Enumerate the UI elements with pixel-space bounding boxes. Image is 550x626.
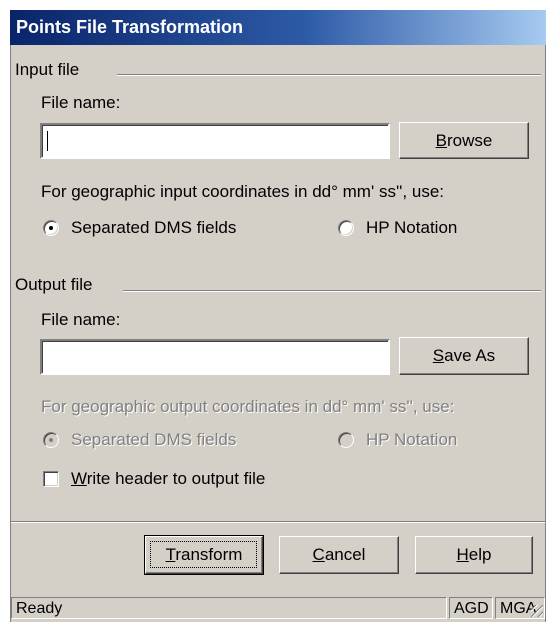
browse-button[interactable]: Browse (399, 122, 529, 159)
status-message: Ready (16, 600, 63, 617)
output-radio-hp-notation[interactable] (338, 432, 354, 448)
output-file-name-field[interactable] (40, 339, 390, 375)
output-file-name-label: File name: (41, 310, 121, 329)
input-coord-prompt: For geographic input coordinates in dd° … (41, 182, 445, 201)
focus-rectangle (150, 541, 257, 568)
input-file-name-field[interactable] (40, 123, 390, 159)
input-group-divider (117, 74, 541, 76)
dialog-client-area: Input file File name: Browse For geograp… (10, 45, 546, 622)
output-radio-separated-dms-label[interactable]: Separated DMS fields (71, 430, 236, 450)
output-radio-hp-notation-label[interactable]: HP Notation (366, 430, 457, 450)
cancel-button-label: Cancel (312, 545, 366, 564)
status-message-pane: Ready (11, 597, 447, 619)
dialog-window: Points File Transformation Input file Fi… (0, 0, 550, 626)
write-header-label[interactable]: Write header to output file (71, 469, 265, 489)
save-as-button[interactable]: Save As (399, 337, 529, 375)
input-file-name-input[interactable] (42, 125, 388, 157)
output-file-name-input[interactable] (42, 341, 388, 373)
save-as-button-label: Save As (432, 346, 496, 365)
input-radio-separated-dms-label[interactable]: Separated DMS fields (71, 218, 236, 238)
status-datum-pane: AGD (449, 597, 493, 619)
title-bar[interactable]: Points File Transformation (10, 10, 546, 45)
browse-button-label: Browse (435, 130, 493, 150)
input-group-label: Input file (15, 60, 80, 79)
resize-grip-icon[interactable] (531, 605, 543, 617)
transform-button[interactable]: Transform (144, 535, 264, 575)
window-title: Points File Transformation (16, 17, 244, 37)
input-radio-separated-dms[interactable] (43, 220, 59, 236)
text-caret (47, 131, 48, 151)
status-datum: AGD (454, 600, 489, 617)
help-button-label: Help (456, 545, 492, 564)
input-file-name-label: File name: (41, 93, 121, 112)
output-coord-prompt: For geographic output coordinates in dd°… (41, 397, 455, 416)
input-radio-hp-notation-label[interactable]: HP Notation (366, 218, 457, 238)
output-group-divider (123, 290, 541, 292)
cancel-button[interactable]: Cancel (279, 536, 399, 574)
output-group-label: Output file (15, 275, 93, 294)
input-radio-hp-notation[interactable] (338, 220, 354, 236)
button-row-separator (11, 521, 545, 523)
write-header-checkbox[interactable] (43, 471, 59, 487)
status-grid-pane: MGA (495, 597, 545, 619)
output-radio-separated-dms[interactable] (43, 432, 59, 448)
help-button[interactable]: Help (415, 536, 533, 574)
